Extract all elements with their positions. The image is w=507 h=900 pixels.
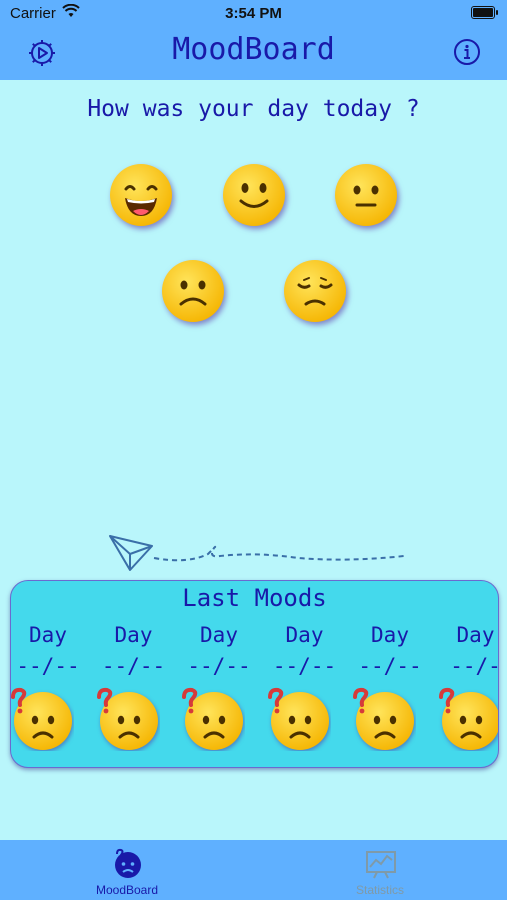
confused-face-icon <box>96 687 160 751</box>
day-date: --/-- <box>358 654 422 678</box>
day-date: --/-- <box>101 654 166 678</box>
status-bar: Carrier 3:54 PM <box>0 0 507 28</box>
last-mood-day: Day --/-- <box>347 623 433 763</box>
paper-plane-icon <box>108 530 408 580</box>
confused-face-icon <box>352 687 416 751</box>
navigation-bar: MoodBoard <box>0 28 507 80</box>
info-icon[interactable] <box>453 38 481 66</box>
confused-face-icon <box>438 687 498 751</box>
last-moods-card: Last Moods Day --/-- Day --/-- Day --/-- Day --… <box>10 580 499 768</box>
tab-moodboard-label: MoodBoard <box>95 883 159 897</box>
day-date: --/- <box>450 654 499 678</box>
mood-question: How was your day today ? <box>87 96 420 122</box>
tab-statistics[interactable]: Statistics <box>253 840 507 900</box>
chart-icon <box>365 848 397 880</box>
grinning-face-icon[interactable] <box>108 162 174 228</box>
mood-face-icon <box>112 848 144 880</box>
last-mood-day: Day --/-- <box>176 623 262 763</box>
day-label: Day <box>371 623 409 647</box>
battery-icon <box>471 6 498 19</box>
day-date: --/-- <box>187 654 251 678</box>
day-label: Day <box>285 623 324 647</box>
app-title: MoodBoard <box>172 32 335 67</box>
confused-face-icon <box>11 687 74 751</box>
day-label: Day <box>200 623 238 647</box>
day-label: Day <box>456 623 495 647</box>
confused-face-icon <box>267 687 331 751</box>
tab-bar: MoodBoard Statistics <box>0 840 507 900</box>
smiling-face-icon[interactable] <box>221 162 287 228</box>
day-label: Day <box>114 623 153 647</box>
day-date: --/-- <box>272 654 337 678</box>
day-date: --/-- <box>16 654 80 678</box>
last-mood-day: Day --/-- <box>262 623 348 763</box>
tab-statistics-label: Statistics <box>355 883 404 897</box>
day-label: Day <box>29 623 67 647</box>
clock: 3:54 PM <box>225 5 282 22</box>
last-moods-title: Last Moods <box>182 584 327 612</box>
neutral-face-icon[interactable] <box>333 162 399 228</box>
last-mood-day: Day --/-- <box>11 623 91 763</box>
frowning-face-icon[interactable] <box>160 258 226 324</box>
last-mood-day: Day --/-- <box>91 623 177 763</box>
confused-face-icon <box>181 687 245 751</box>
last-mood-day: Day --/- <box>433 623 499 763</box>
pensive-face-icon[interactable] <box>282 258 348 324</box>
tab-moodboard[interactable]: MoodBoard <box>0 840 254 900</box>
